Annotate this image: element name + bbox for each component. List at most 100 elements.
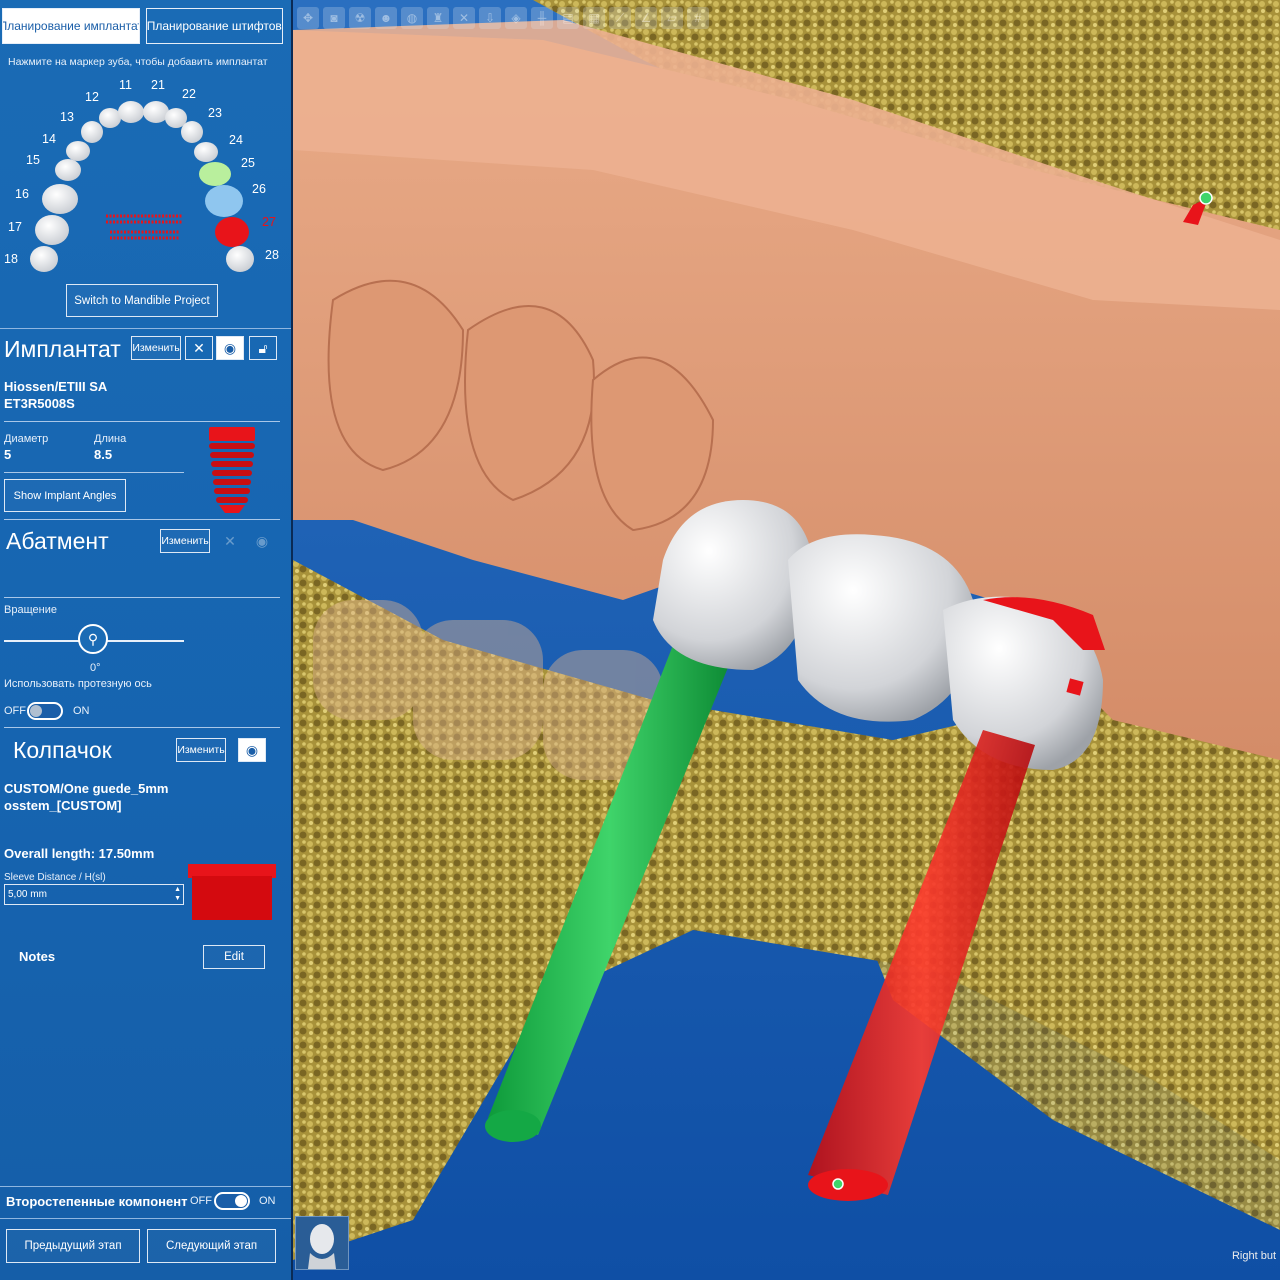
tooth-28[interactable] — [226, 246, 254, 272]
diameter-value: 5 — [4, 447, 12, 462]
globe-icon[interactable]: ◍ — [401, 7, 423, 29]
tooth-23[interactable] — [181, 121, 203, 143]
secondary-off-label: OFF — [190, 1195, 212, 1207]
viewport-toolbar: ✥ ◙ ☢ ☻ ◍ ♜ ✕ ⇩ ◈ ╫ ▤ ▦ ⟋ ∠ ▱ # — [293, 4, 709, 32]
sleeve-visibility-icon[interactable]: ◉ — [238, 738, 266, 762]
implant-change-button[interactable]: Изменить — [131, 336, 181, 360]
tooth-number-12: 12 — [85, 90, 99, 104]
tooth-number-14: 14 — [42, 132, 56, 146]
tooth-icon[interactable]: ♜ — [427, 7, 449, 29]
tooth-chart[interactable]: 11 12 13 14 15 16 17 18 21 22 23 24 25 2… — [0, 72, 291, 282]
radiation-icon[interactable]: ☢ — [349, 7, 371, 29]
angle-icon[interactable]: ∠ — [635, 7, 657, 29]
sleeve-distance-input[interactable]: 5,00 mm ▲ ▼ — [4, 884, 184, 905]
measure-icon[interactable]: ⟋ — [609, 7, 631, 29]
length-label: Длина — [94, 433, 127, 445]
tab-implant-planning[interactable]: Планирование имплантат — [2, 8, 140, 44]
divider — [4, 519, 280, 520]
tooth-number-28: 28 — [265, 248, 279, 262]
rotation-value: 0° — [90, 662, 101, 674]
pins-icon[interactable]: ╫ — [531, 7, 553, 29]
implant-delete-icon[interactable]: ✕ — [185, 336, 213, 360]
tooth-24[interactable] — [194, 142, 218, 162]
implant-visibility-icon[interactable]: ◉ — [216, 336, 244, 360]
axis-off-label: OFF — [4, 705, 26, 717]
tooth-13[interactable] — [81, 121, 103, 143]
abutment-visibility-icon[interactable]: ◉ — [248, 529, 276, 553]
abutment-title: Абатмент — [6, 528, 109, 554]
divider — [4, 597, 280, 598]
pan-icon[interactable]: ✥ — [297, 7, 319, 29]
implant-name-line2: ET3R5008S — [4, 396, 75, 411]
tooth-25[interactable] — [199, 162, 231, 186]
rotation-slider-handle[interactable]: ⚲ — [78, 624, 108, 654]
hint-text: Нажмите на маркер зуба, чтобы добавить и… — [8, 56, 268, 68]
tooth-number-22: 22 — [182, 87, 196, 101]
camera-icon[interactable]: ◙ — [323, 7, 345, 29]
tooth-26[interactable] — [205, 185, 243, 217]
head-orientation-icon[interactable] — [295, 1216, 349, 1270]
dental-scene[interactable] — [293, 0, 1280, 1280]
axis-on-label: ON — [73, 705, 90, 717]
tooth-17[interactable] — [35, 215, 69, 245]
show-implant-angles-button[interactable]: Show Implant Angles — [4, 479, 126, 512]
models-icon[interactable]: ▦ — [583, 7, 605, 29]
divider — [4, 472, 184, 473]
tooth-16[interactable] — [42, 184, 78, 214]
notes-label: Notes — [19, 949, 56, 964]
notes-edit-button[interactable]: Edit — [203, 945, 265, 969]
tooth-number-26: 26 — [252, 182, 266, 196]
bridge-marker — [106, 214, 182, 240]
grid-icon[interactable]: # — [687, 7, 709, 29]
prosthetic-axis-label: Использовать протезную ось — [4, 678, 152, 690]
secondary-on-label: ON — [259, 1195, 276, 1207]
guide-icon[interactable]: ◈ — [505, 7, 527, 29]
sleeves-icon[interactable]: ▤ — [557, 7, 579, 29]
tooth-15[interactable] — [55, 159, 81, 181]
abutment-change-button[interactable]: Изменить — [160, 529, 210, 553]
tooth-number-15: 15 — [26, 153, 40, 167]
secondary-components-toggle[interactable] — [214, 1192, 250, 1210]
implant-title: Имплантат — [4, 336, 121, 362]
implant-lock-icon[interactable]: 🔓︎ — [249, 336, 277, 360]
tooth-number-27: 27 — [262, 215, 276, 229]
divider — [0, 1186, 291, 1187]
sleeve-title: Колпачок — [13, 737, 112, 763]
tab-pin-planning[interactable]: Планирование штифтов — [145, 8, 283, 44]
tooth-21[interactable] — [143, 101, 169, 123]
tooth-number-25: 25 — [241, 156, 255, 170]
cut-icon[interactable]: ✕ — [453, 7, 475, 29]
tab-bar: Планирование имплантат Планирование штиф… — [2, 8, 283, 44]
sleeve-change-button[interactable]: Изменить — [176, 738, 226, 762]
tooth-number-18: 18 — [4, 252, 18, 266]
tooth-14[interactable] — [66, 141, 90, 161]
sleeve-distance-value: 5,00 mm — [8, 889, 47, 900]
rotation-label: Вращение — [4, 604, 57, 616]
sleeve-name-line1: CUSTOM/One guede_5mm — [4, 781, 169, 796]
tooth-number-11: 11 — [119, 78, 132, 92]
sleeve-distance-label: Sleeve Distance / H(sl) — [4, 872, 106, 883]
secondary-components-label: Второстепенные компонент — [6, 1194, 188, 1209]
abutment-delete-icon[interactable]: ✕ — [216, 529, 244, 553]
tooth-number-13: 13 — [60, 110, 74, 124]
stepper-arrows-icon[interactable]: ▲ ▼ — [174, 885, 181, 903]
implant-icon[interactable]: ⇩ — [479, 7, 501, 29]
divider — [0, 1218, 291, 1219]
implant-name-line1: Hiossen/ETIII SA — [4, 379, 108, 394]
tooth-27[interactable] — [215, 217, 249, 247]
tooth-18[interactable] — [30, 246, 58, 272]
3d-viewport[interactable]: ✥ ◙ ☢ ☻ ◍ ♜ ✕ ⇩ ◈ ╫ ▤ ▦ ⟋ ∠ ▱ # Right bu… — [293, 0, 1280, 1280]
slice-icon[interactable]: ▱ — [661, 7, 683, 29]
sleeve-name-line2: osstem_[CUSTOM] — [4, 798, 122, 813]
tooth-12[interactable] — [99, 108, 121, 128]
prosthetic-axis-toggle[interactable] — [27, 702, 63, 720]
divider — [0, 328, 291, 329]
viewport-corner-text: Right but — [1231, 1250, 1276, 1262]
tooth-number-16: 16 — [15, 187, 29, 201]
previous-step-button[interactable]: Предыдущий этап — [6, 1229, 140, 1263]
next-step-button[interactable]: Следующий этап — [147, 1229, 276, 1263]
switch-mandible-button[interactable]: Switch to Mandible Project — [66, 284, 218, 317]
left-panel: Планирование имплантат Планирование штиф… — [0, 0, 291, 1280]
skull-icon[interactable]: ☻ — [375, 7, 397, 29]
tooth-11[interactable] — [118, 101, 144, 123]
